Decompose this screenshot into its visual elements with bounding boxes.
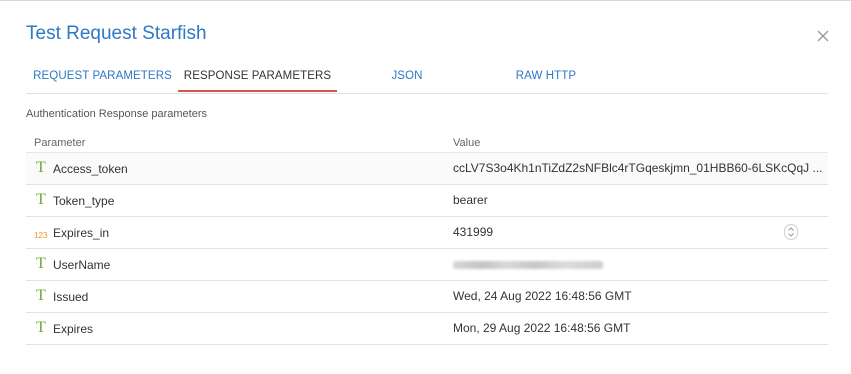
parameter-value: bearer	[453, 193, 488, 207]
text-type-icon: T	[36, 287, 46, 304]
table-row[interactable]: T Access_token ccLV7S3o4Kh1nTiZdZ2sNFBlc…	[26, 153, 828, 185]
tab-json[interactable]: JSON	[383, 61, 431, 92]
test-request-dialog: Test Request Starfish REQUEST PARAMETERS…	[0, 0, 851, 374]
column-header-parameter: Parameter	[34, 137, 86, 149]
parameter-name: Issued	[53, 290, 89, 304]
column-header-value: Value	[453, 137, 481, 149]
parameter-value: 431999	[453, 225, 494, 239]
parameter-name: Token_type	[53, 194, 115, 208]
number-spinner-control[interactable]	[784, 224, 798, 240]
text-type-icon: T	[36, 255, 46, 272]
parameter-name: UserName	[53, 258, 111, 272]
parameter-value: ccLV7S3o4Kh1nTiZdZ2sNFBlc4rTGqeskjmn_01H…	[453, 161, 823, 175]
table-row[interactable]: T Expires Mon, 29 Aug 2022 16:48:56 GMT	[26, 313, 828, 345]
text-type-icon: T	[36, 319, 46, 336]
parameter-value: Mon, 29 Aug 2022 16:48:56 GMT	[453, 321, 631, 335]
tab-raw-http[interactable]: RAW HTTP	[510, 61, 582, 92]
table-row[interactable]: 123 Expires_in 431999	[26, 217, 828, 249]
parameter-value: Wed, 24 Aug 2022 16:48:56 GMT	[453, 289, 632, 303]
close-icon[interactable]	[815, 28, 831, 44]
tab-response-parameters[interactable]: RESPONSE PARAMETERS	[178, 61, 337, 92]
table-header: Parameter Value	[26, 134, 828, 153]
redacted-value	[453, 261, 603, 269]
parameter-name: Expires_in	[53, 226, 110, 240]
dialog-title: Test Request Starfish	[26, 23, 207, 44]
tab-bar: REQUEST PARAMETERS RESPONSE PARAMETERS J…	[26, 61, 828, 94]
table-row[interactable]: T Issued Wed, 24 Aug 2022 16:48:56 GMT	[26, 281, 828, 313]
text-type-icon: T	[36, 159, 46, 176]
response-parameters-table: Parameter Value T Access_token ccLV7S3o4…	[26, 134, 828, 345]
parameter-name: Access_token	[53, 162, 128, 176]
number-type-icon: 123	[34, 230, 48, 240]
parameter-name: Expires	[53, 322, 94, 336]
section-label: Authentication Response parameters	[26, 108, 207, 120]
tab-request-parameters[interactable]: REQUEST PARAMETERS	[32, 61, 173, 92]
table-row[interactable]: T Token_type bearer	[26, 185, 828, 217]
table-row[interactable]: T UserName	[26, 249, 828, 281]
text-type-icon: T	[36, 191, 46, 208]
